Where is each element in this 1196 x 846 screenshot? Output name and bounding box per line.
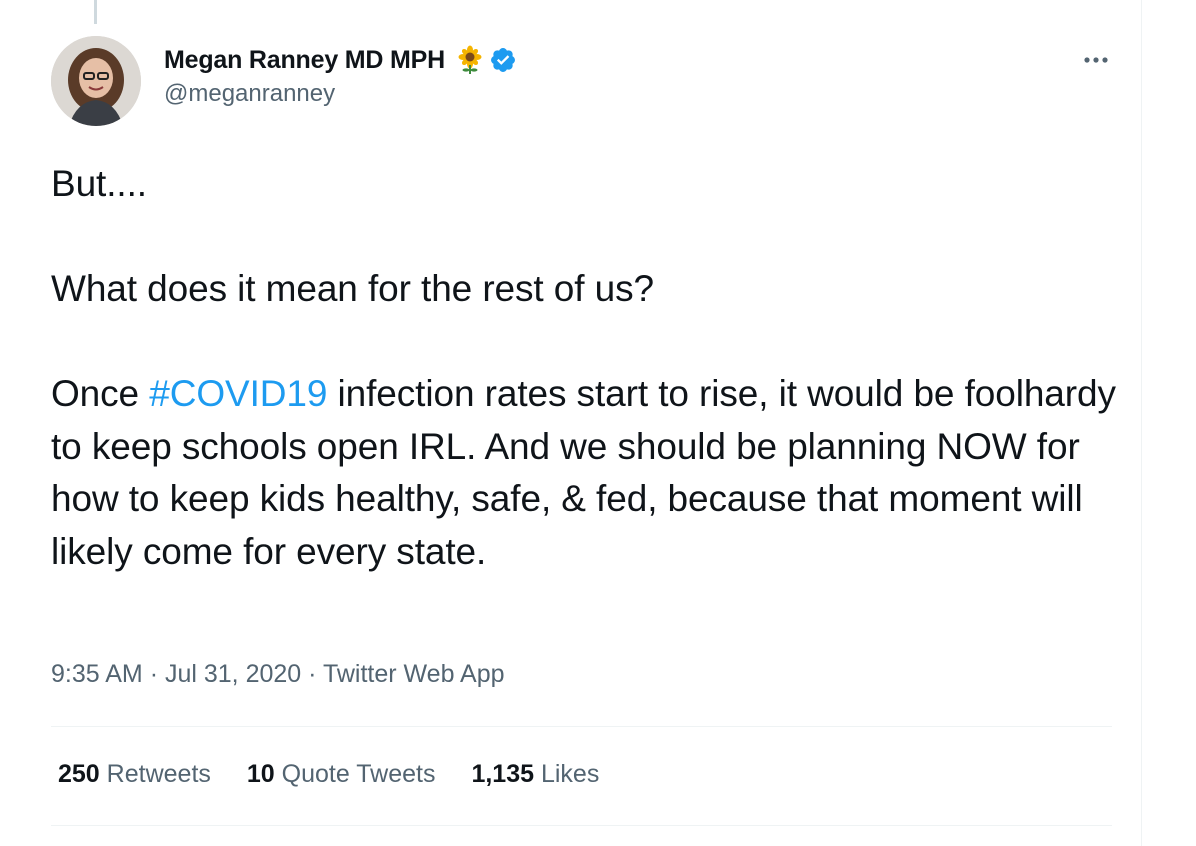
retweets-count: 250 <box>58 760 100 788</box>
card-right-border <box>1141 0 1142 846</box>
hashtag-link[interactable]: #COVID19 <box>149 373 327 414</box>
likes-stat[interactable]: 1,135 Likes <box>471 760 599 789</box>
retweets-label: Retweets <box>106 760 211 788</box>
author-handle[interactable]: @meganranney <box>164 80 517 108</box>
likes-count: 1,135 <box>471 760 535 788</box>
tweet-date[interactable]: Jul 31, 2020 <box>165 660 301 688</box>
retweets-stat[interactable]: 250 Retweets <box>58 760 211 789</box>
author-header: Megan Ranney MD MPH @meganranney <box>164 42 517 108</box>
meta-separator: · <box>308 660 317 688</box>
verified-badge-icon <box>491 48 515 72</box>
meta-separator: · <box>149 660 159 688</box>
author-name-row: Megan Ranney MD MPH <box>164 42 517 78</box>
tweet-line-2: What does it mean for the rest of us? <box>51 268 654 309</box>
likes-label: Likes <box>540 760 600 788</box>
thread-connector-line <box>94 0 97 24</box>
quote-tweets-count: 10 <box>246 760 275 788</box>
avatar[interactable] <box>51 36 141 126</box>
quote-tweets-label: Quote Tweets <box>281 760 436 788</box>
quote-tweets-stat[interactable]: 10 Quote Tweets <box>247 760 436 789</box>
more-options-icon[interactable] <box>1078 48 1114 72</box>
divider-top <box>51 726 1112 727</box>
tweet-time[interactable]: 9:35 AM <box>51 660 143 688</box>
tweet-text: But.... What does it mean for the rest o… <box>51 158 1121 578</box>
sunflower-emoji-icon <box>458 45 482 74</box>
divider-bottom <box>51 825 1112 826</box>
tweet-meta: 9:35 AM · Jul 31, 2020 · Twitter Web App <box>51 660 505 689</box>
tweet-source[interactable]: Twitter Web App <box>323 660 505 688</box>
tweet-para-3-start: Once <box>51 373 150 414</box>
tweet-line-1: But.... <box>51 163 147 204</box>
tweet-stats: 250 Retweets 10 Quote Tweets 1,135 Likes <box>58 760 599 789</box>
author-display-name[interactable]: Megan Ranney MD MPH <box>164 46 445 75</box>
